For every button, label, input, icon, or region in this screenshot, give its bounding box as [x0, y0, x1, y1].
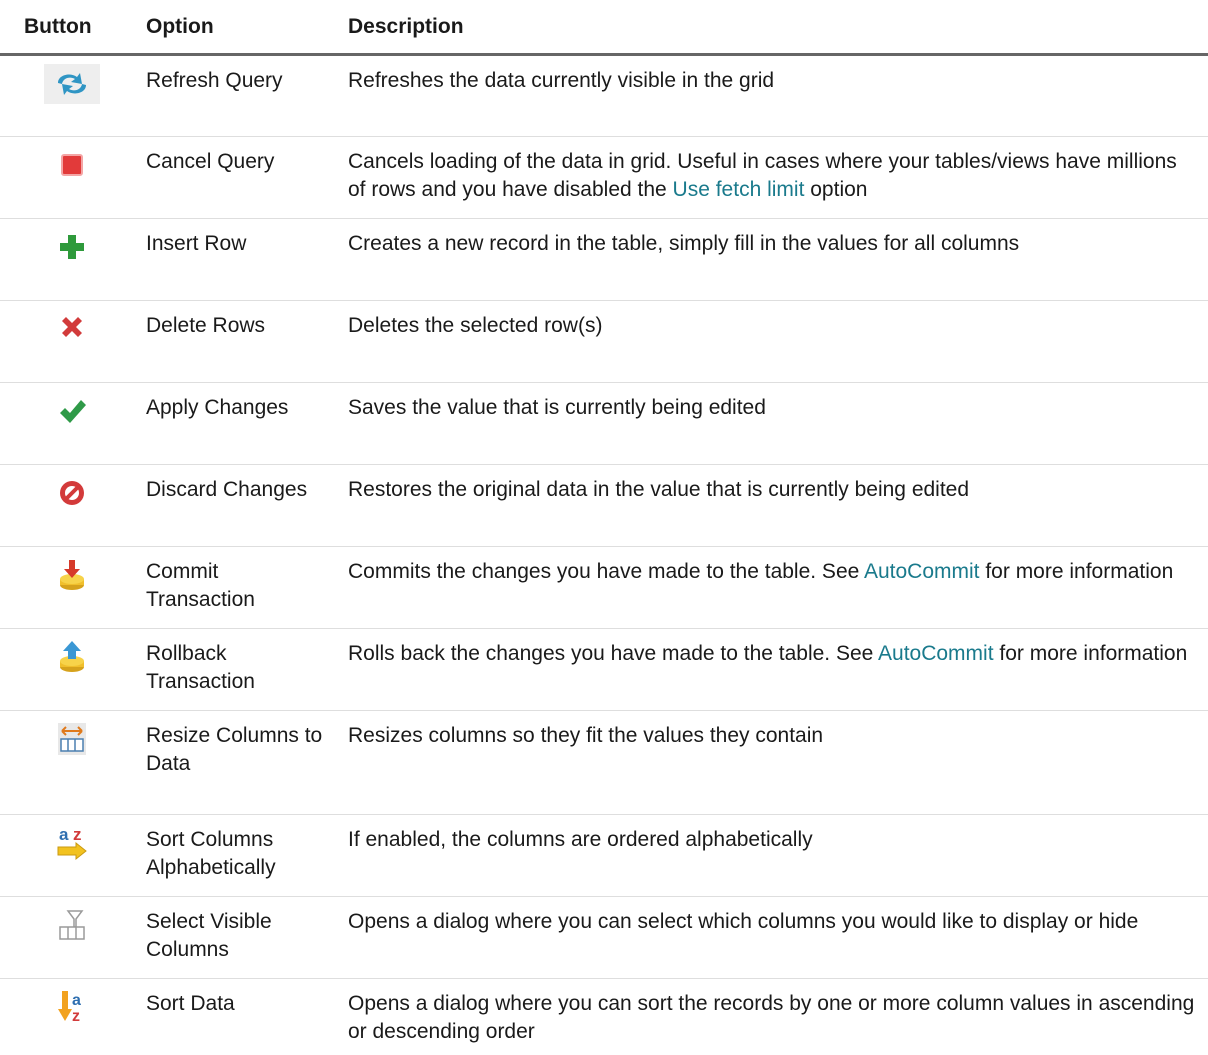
description: Resizes columns so they fit the values t… — [338, 710, 1208, 815]
table-row: Discard Changes Restores the original da… — [0, 464, 1208, 547]
svg-text:z: z — [72, 1008, 80, 1025]
option-label: Rollback Transaction — [136, 628, 338, 711]
description: Rolls back the changes you have made to … — [338, 628, 1208, 711]
sort-alpha-icon: a z — [44, 823, 100, 863]
description: Opens a dialog where you can sort the re… — [348, 992, 1195, 1043]
svg-text:a: a — [72, 992, 81, 1009]
option-label: Sort Columns Alphabetically — [136, 814, 338, 897]
option-label: Resize Columns to Data — [136, 710, 338, 815]
option-label: Delete Rows — [136, 300, 338, 383]
plus-icon — [44, 227, 100, 267]
description: Opens a dialog where you can select whic… — [338, 896, 1208, 979]
table-row: Commit Transaction Commits the changes y… — [0, 546, 1208, 629]
option-label: Sort Data — [146, 992, 235, 1015]
table-row: a z Sort Data Opens a dialog where you c… — [0, 979, 1208, 1047]
options-table: Button Option Description Refresh Query … — [0, 0, 1208, 1046]
option-label: Refresh Query — [136, 54, 338, 137]
table-row: Rollback Transaction Rolls back the chan… — [0, 628, 1208, 711]
description: Saves the value that is currently being … — [338, 382, 1208, 465]
table-row: Cancel Query Cancels loading of the data… — [0, 136, 1208, 219]
table-row: Resize Columns to Data Resizes columns s… — [0, 710, 1208, 815]
table-row: Insert Row Creates a new record in the t… — [0, 218, 1208, 301]
description: Restores the original data in the value … — [338, 464, 1208, 547]
doc-link[interactable]: Use fetch limit — [673, 178, 805, 201]
svg-text:z: z — [73, 825, 82, 844]
description: Deletes the selected row(s) — [338, 300, 1208, 383]
table-row: Refresh Query Refreshes the data current… — [0, 54, 1208, 137]
filter-columns-icon — [44, 905, 100, 945]
checkmark-icon — [44, 391, 100, 431]
table-row: Delete Rows Deletes the selected row(s) — [0, 300, 1208, 383]
header-description: Description — [338, 0, 1208, 56]
option-label: Cancel Query — [136, 136, 338, 219]
resize-columns-icon — [44, 719, 100, 759]
rollback-icon — [44, 637, 100, 677]
description: Commits the changes you have made to the… — [338, 546, 1208, 629]
option-label: Select Visible Columns — [136, 896, 338, 979]
svg-text:a: a — [59, 825, 69, 844]
doc-link[interactable]: AutoCommit — [864, 560, 980, 583]
stop-icon — [44, 145, 100, 185]
table-row: Select Visible Columns Opens a dialog wh… — [0, 896, 1208, 979]
option-label: Discard Changes — [136, 464, 338, 547]
table-row: Apply Changes Saves the value that is cu… — [0, 382, 1208, 465]
commit-icon — [44, 555, 100, 595]
header-option: Option — [136, 0, 338, 56]
option-label: Insert Row — [136, 218, 338, 301]
sort-data-icon: a z — [44, 987, 100, 1027]
delete-x-icon — [44, 309, 100, 349]
table-row: a z Sort Columns Alphabetically If enabl… — [0, 814, 1208, 897]
description: If enabled, the columns are ordered alph… — [338, 814, 1208, 897]
header-button: Button — [0, 0, 136, 56]
description: Cancels loading of the data in grid. Use… — [338, 136, 1208, 219]
prohibited-icon — [44, 473, 100, 513]
doc-link[interactable]: AutoCommit — [878, 642, 994, 665]
description: Creates a new record in the table, simpl… — [338, 218, 1208, 301]
header-row: Button Option Description — [0, 0, 1208, 56]
option-label: Apply Changes — [136, 382, 338, 465]
option-label: Commit Transaction — [136, 546, 338, 629]
description: Refreshes the data currently visible in … — [338, 54, 1208, 137]
refresh-icon — [44, 64, 100, 104]
